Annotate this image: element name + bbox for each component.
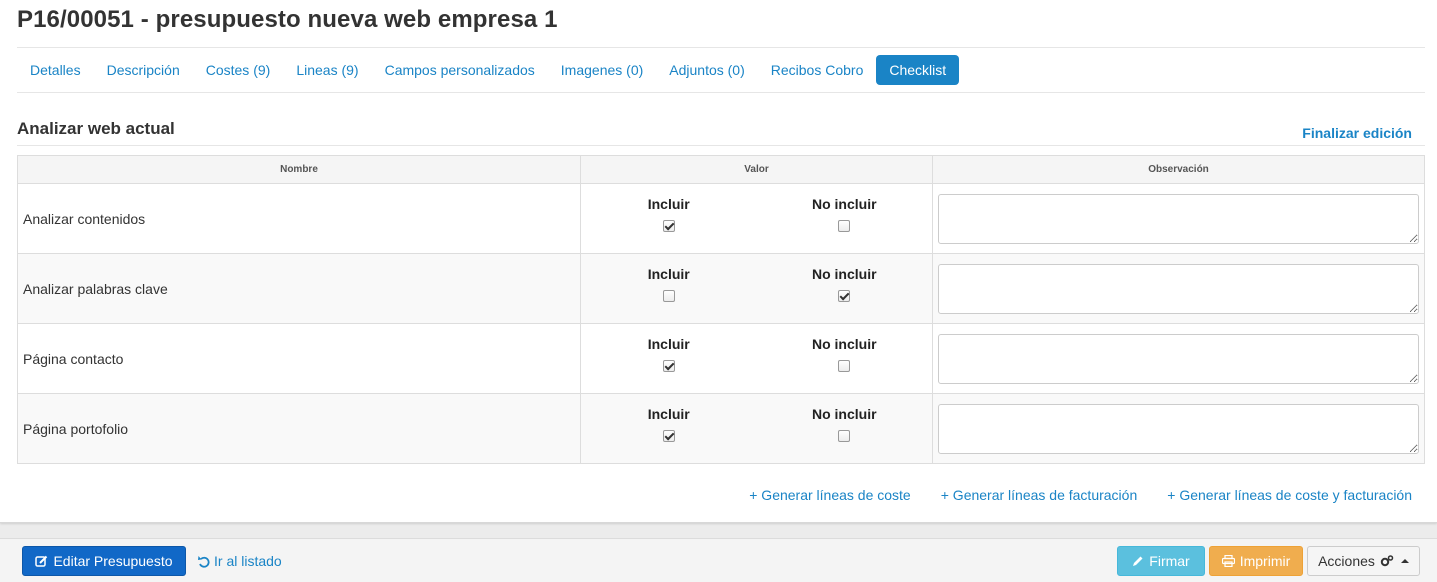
table-row: Página contacto Incluir No incluir bbox=[17, 323, 1425, 394]
sign-button[interactable]: Firmar bbox=[1117, 546, 1205, 576]
row-value: Incluir No incluir bbox=[580, 253, 933, 324]
tab-imagenes[interactable]: Imagenes (0) bbox=[548, 55, 656, 85]
row-observation bbox=[932, 183, 1425, 254]
observation-textarea[interactable] bbox=[938, 403, 1419, 454]
tab-costes[interactable]: Costes (9) bbox=[193, 55, 284, 85]
column-header-value: Valor bbox=[580, 155, 933, 184]
row-observation bbox=[932, 393, 1425, 464]
include-label: Incluir bbox=[647, 266, 690, 282]
observation-textarea[interactable] bbox=[938, 333, 1419, 384]
page-title: P16/00051 - presupuesto nueva web empres… bbox=[17, 6, 558, 33]
row-value: Incluir No incluir bbox=[580, 323, 933, 394]
section-title: Analizar web actual bbox=[17, 119, 175, 138]
pencil-square-icon bbox=[35, 555, 48, 568]
tab-descripcion[interactable]: Descripción bbox=[94, 55, 193, 85]
exclude-label: No incluir bbox=[811, 266, 877, 282]
finish-edit-link[interactable]: Finalizar edición bbox=[1302, 125, 1412, 141]
row-value: Incluir No incluir bbox=[580, 183, 933, 254]
row-name: Analizar palabras clave bbox=[17, 253, 581, 324]
tab-recibos-cobro[interactable]: Recibos Cobro bbox=[758, 55, 877, 85]
edit-budget-label: Editar Presupuesto bbox=[53, 553, 173, 569]
table-row: Página portofolio Incluir No incluir bbox=[17, 393, 1425, 464]
divider bbox=[17, 47, 1425, 48]
tab-lineas[interactable]: Lineas (9) bbox=[283, 55, 371, 85]
exclude-checkbox[interactable] bbox=[838, 360, 851, 372]
main-card: P16/00051 - presupuesto nueva web empres… bbox=[0, 0, 1437, 523]
include-label: Incluir bbox=[647, 406, 690, 422]
print-label: Imprimir bbox=[1239, 553, 1291, 569]
undo-icon bbox=[198, 555, 210, 568]
row-name: Página contacto bbox=[17, 323, 581, 394]
exclude-label: No incluir bbox=[811, 196, 877, 212]
tab-bar: Detalles Descripción Costes (9) Lineas (… bbox=[17, 55, 960, 85]
divider bbox=[17, 145, 1425, 146]
row-name: Analizar contenidos bbox=[17, 183, 581, 254]
row-observation bbox=[932, 323, 1425, 394]
actions-label: Acciones bbox=[1318, 553, 1375, 569]
go-to-list-label: Ir al listado bbox=[214, 553, 282, 569]
observation-textarea[interactable] bbox=[938, 193, 1419, 244]
pencil-icon bbox=[1132, 555, 1144, 567]
sign-label: Firmar bbox=[1149, 553, 1190, 569]
caret-up-icon bbox=[1400, 559, 1409, 563]
actions-dropdown-button[interactable]: Acciones bbox=[1307, 546, 1420, 576]
go-to-list-link[interactable]: Ir al listado bbox=[198, 553, 282, 569]
column-header-observation: Observación bbox=[932, 155, 1425, 184]
exclude-checkbox[interactable] bbox=[838, 290, 851, 302]
generate-cost-lines-link[interactable]: + Generar líneas de coste bbox=[749, 487, 911, 503]
footer-toolbar: Editar Presupuesto Ir al listado Firmar … bbox=[0, 538, 1437, 582]
include-label: Incluir bbox=[647, 336, 690, 352]
cogs-icon bbox=[1380, 555, 1394, 567]
table-header-row: Nombre Valor Observación bbox=[17, 155, 1425, 184]
tab-detalles[interactable]: Detalles bbox=[17, 55, 94, 85]
exclude-checkbox[interactable] bbox=[838, 220, 851, 232]
row-name: Página portofolio bbox=[17, 393, 581, 464]
column-header-name: Nombre bbox=[17, 155, 581, 184]
include-checkbox[interactable] bbox=[662, 220, 675, 232]
include-checkbox[interactable] bbox=[662, 290, 675, 302]
row-observation bbox=[932, 253, 1425, 324]
table-row: Analizar palabras clave Incluir No inclu… bbox=[17, 253, 1425, 324]
divider bbox=[17, 92, 1425, 93]
tab-campos-personalizados[interactable]: Campos personalizados bbox=[372, 55, 548, 85]
generate-billing-lines-link[interactable]: + Generar líneas de facturación bbox=[941, 487, 1138, 503]
include-checkbox[interactable] bbox=[662, 430, 675, 442]
generate-cost-and-billing-lines-link[interactable]: + Generar líneas de coste y facturación bbox=[1167, 487, 1412, 503]
tab-adjuntos[interactable]: Adjuntos (0) bbox=[656, 55, 757, 85]
checklist-table: Nombre Valor Observación Analizar conten… bbox=[17, 155, 1425, 464]
row-value: Incluir No incluir bbox=[580, 393, 933, 464]
include-label: Incluir bbox=[647, 196, 690, 212]
exclude-label: No incluir bbox=[811, 336, 877, 352]
observation-textarea[interactable] bbox=[938, 263, 1419, 314]
generate-links: + Generar líneas de coste + Generar líne… bbox=[749, 487, 1412, 503]
print-button[interactable]: Imprimir bbox=[1209, 546, 1303, 576]
tab-checklist[interactable]: Checklist bbox=[876, 55, 960, 85]
include-checkbox[interactable] bbox=[662, 360, 675, 372]
exclude-label: No incluir bbox=[811, 406, 877, 422]
exclude-checkbox[interactable] bbox=[838, 430, 851, 442]
table-row: Analizar contenidos Incluir No incluir bbox=[17, 183, 1425, 254]
edit-budget-button[interactable]: Editar Presupuesto bbox=[22, 546, 186, 576]
print-icon bbox=[1221, 555, 1235, 567]
